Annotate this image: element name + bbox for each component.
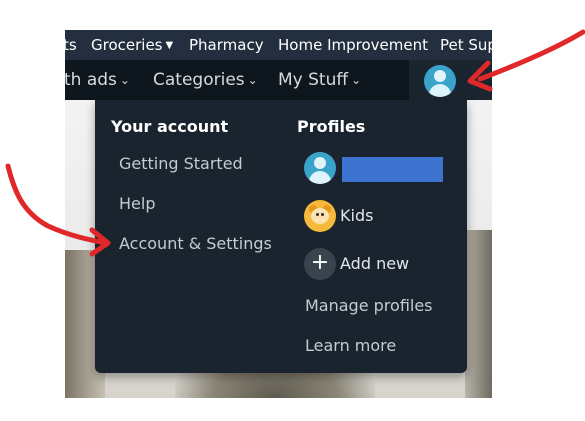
kids-avatar-eye — [316, 213, 319, 216]
plus-icon: + — [310, 250, 330, 275]
account-settings-link[interactable]: Account & Settings — [119, 234, 272, 253]
top-nav-bar: ts Groceries ▼ Pharmacy Home Improvement … — [65, 30, 492, 60]
redacted-profile-name — [342, 157, 443, 182]
account-avatar-button[interactable] — [424, 65, 456, 97]
learn-more-link[interactable]: Learn more — [305, 336, 396, 355]
nav-item-partial[interactable]: ts — [65, 30, 77, 60]
profile-kids-avatar[interactable] — [304, 200, 336, 232]
nav-item-pet-supplies[interactable]: Pet Sup — [440, 30, 492, 60]
your-account-heading: Your account — [111, 117, 229, 136]
kids-avatar-icon — [311, 208, 329, 224]
nav-item-pharmacy[interactable]: Pharmacy — [189, 30, 264, 60]
nav-item-home-improvement[interactable]: Home Improvement — [278, 30, 428, 60]
kids-avatar-eye — [321, 213, 324, 216]
avatar-torso — [429, 84, 451, 97]
nav-item-categories[interactable]: Categories ⌄ — [153, 60, 258, 100]
user-avatar-icon — [434, 70, 446, 82]
profiles-heading: Profiles — [297, 117, 366, 136]
user-avatar-icon — [314, 157, 326, 169]
caret-down-icon: ▼ — [165, 40, 174, 51]
account-dropdown-menu: Your account Getting Started Help Accoun… — [95, 100, 467, 373]
profile-kids-name[interactable]: Kids — [340, 206, 373, 225]
add-profile-button[interactable]: + — [304, 248, 336, 280]
nav-item-groceries[interactable]: Groceries ▼ — [91, 30, 173, 60]
help-link[interactable]: Help — [119, 194, 155, 213]
getting-started-link[interactable]: Getting Started — [119, 154, 243, 173]
chevron-down-icon: ⌄ — [119, 73, 130, 87]
chevron-down-icon: ⌄ — [351, 73, 362, 87]
profile-user-avatar[interactable] — [304, 152, 336, 184]
nav-item-my-stuff[interactable]: My Stuff ⌄ — [278, 60, 361, 100]
add-new-profile-link[interactable]: Add new — [340, 254, 409, 273]
chevron-down-icon: ⌄ — [247, 73, 258, 87]
manage-profiles-link[interactable]: Manage profiles — [305, 296, 433, 315]
background-rock-right — [465, 230, 492, 398]
nav-item-with-ads[interactable]: th ads ⌄ — [65, 60, 130, 100]
annotation-arrow-right — [477, 29, 585, 82]
avatar-torso — [309, 171, 331, 184]
